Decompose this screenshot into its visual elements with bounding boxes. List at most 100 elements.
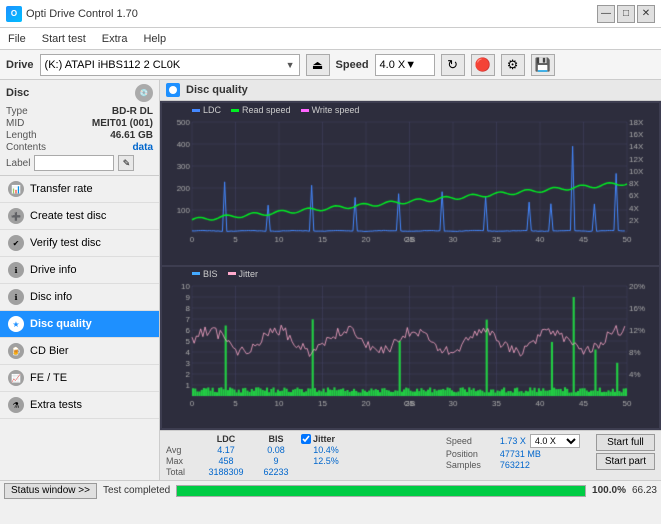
ldc-legend-text: LDC: [203, 105, 221, 115]
avg-ldc-value: 4.17: [201, 445, 251, 455]
speed-text-label: Speed: [446, 436, 496, 446]
settings-button[interactable]: ⚙: [501, 54, 525, 76]
nav-item-disc-info[interactable]: ℹ Disc info: [0, 284, 159, 311]
disc-icon: 💿: [135, 84, 153, 102]
nav-item-extra-tests[interactable]: ⚗ Extra tests: [0, 392, 159, 419]
jitter-checkbox[interactable]: [301, 434, 311, 444]
jitter-legend-text: Jitter: [239, 269, 259, 279]
nav-item-verify-test-disc[interactable]: ✔ Verify test disc: [0, 230, 159, 257]
disc-length-value: 46.61 GB: [110, 130, 153, 141]
window-controls: — □ ✕: [597, 5, 655, 23]
close-button[interactable]: ✕: [637, 5, 655, 23]
max-label: Max: [166, 456, 201, 466]
speed-label: Speed: [336, 59, 369, 71]
charts-area: LDC Read speed Write speed: [160, 101, 661, 430]
save-button[interactable]: 💾: [531, 54, 555, 76]
lower-chart-legend: BIS Jitter: [162, 267, 659, 281]
avg-bis-value: 0.08: [251, 445, 301, 455]
nav-item-create-test-disc[interactable]: ➕ Create test disc: [0, 203, 159, 230]
status-right-value: 66.23: [632, 485, 657, 496]
speed-select-control[interactable]: 4.0 X: [530, 434, 580, 448]
create-test-disc-icon: ➕: [8, 208, 24, 224]
title-bar-left: O Opti Drive Control 1.70: [6, 6, 138, 22]
legend-write-speed: Write speed: [301, 105, 360, 115]
menu-file[interactable]: File: [4, 32, 30, 46]
disc-label-row: Label ✎: [6, 155, 153, 171]
samples-label: Samples: [446, 460, 496, 470]
nav-item-cd-bier[interactable]: 🍺 CD Bier: [0, 338, 159, 365]
eject-button[interactable]: ⏏: [306, 54, 330, 76]
speed-selector[interactable]: 4.0 X ▼: [375, 54, 435, 76]
speed-text-value: 1.73 X: [500, 436, 526, 446]
speed-row: Speed 1.73 X 4.0 X: [446, 434, 580, 448]
disc-mid-row: MID MEIT01 (001): [6, 118, 153, 129]
status-window-button[interactable]: Status window >>: [4, 483, 97, 499]
nav-item-fe-te[interactable]: 📈 FE / TE: [0, 365, 159, 392]
legend-jitter: Jitter: [228, 269, 259, 279]
drive-value: (K:) ATAPI iHBS112 2 CL0K: [45, 59, 286, 71]
disc-quality-header: Disc quality: [160, 80, 661, 101]
upper-chart: LDC Read speed Write speed: [162, 103, 659, 265]
app-icon: O: [6, 6, 22, 22]
write-speed-legend-dot: [301, 109, 309, 112]
disc-quality-title: Disc quality: [186, 84, 248, 96]
upper-chart-legend: LDC Read speed Write speed: [162, 103, 659, 117]
drive-selector[interactable]: (K:) ATAPI iHBS112 2 CL0K ▼: [40, 54, 300, 76]
bis-legend-text: BIS: [203, 269, 218, 279]
lower-chart-canvas: [162, 281, 652, 411]
lower-chart: BIS Jitter: [162, 267, 659, 429]
start-full-button[interactable]: Start full: [596, 434, 655, 451]
max-bis-value: 9: [251, 456, 301, 466]
fe-te-icon: 📈: [8, 370, 24, 386]
disc-quality-icon: ★: [8, 316, 24, 332]
disc-label-input[interactable]: [34, 155, 114, 171]
progress-bar-fill: [177, 486, 585, 496]
total-bis-value: 62233: [251, 467, 301, 477]
app-title: Opti Drive Control 1.70: [26, 8, 138, 20]
legend-bis: BIS: [192, 269, 218, 279]
total-label: Total: [166, 467, 201, 477]
stats-max-row: Max 458 9 12.5%: [166, 456, 381, 466]
disc-length-label: Length: [6, 130, 37, 141]
jitter-header: Jitter: [301, 434, 381, 444]
extra-tests-icon: ⚗: [8, 397, 24, 413]
title-bar: O Opti Drive Control 1.70 — □ ✕: [0, 0, 661, 28]
refresh-button[interactable]: ↻: [441, 54, 465, 76]
samples-row: Samples 763212: [446, 460, 580, 470]
write-speed-legend-text: Write speed: [312, 105, 360, 115]
disc-label-edit-button[interactable]: ✎: [118, 155, 134, 171]
sidebar: Disc 💿 Type BD-R DL MID MEIT01 (001) Len…: [0, 80, 160, 480]
burn-button[interactable]: 🔴: [471, 54, 495, 76]
stats-header-row: LDC BIS Jitter: [166, 434, 381, 444]
avg-label: Avg: [166, 445, 201, 455]
menu-help[interactable]: Help: [139, 32, 170, 46]
disc-type-value: BD-R DL: [112, 106, 153, 117]
drive-label: Drive: [6, 59, 34, 71]
total-ldc-value: 3188309: [201, 467, 251, 477]
max-jitter-value: 12.5%: [301, 456, 351, 466]
menu-extra[interactable]: Extra: [98, 32, 132, 46]
nav-item-drive-info[interactable]: ℹ Drive info: [0, 257, 159, 284]
disc-section-title: Disc: [6, 87, 29, 99]
progress-percent-label: 100.0%: [592, 485, 626, 496]
start-part-button[interactable]: Start part: [596, 453, 655, 470]
drive-bar: Drive (K:) ATAPI iHBS112 2 CL0K ▼ ⏏ Spee…: [0, 50, 661, 80]
drive-dropdown-arrow: ▼: [286, 60, 295, 70]
disc-label-label: Label: [6, 158, 30, 169]
disc-mid-label: MID: [6, 118, 24, 129]
speed-dropdown-arrow: ▼: [405, 59, 416, 71]
nav-item-transfer-rate[interactable]: 📊 Transfer rate: [0, 176, 159, 203]
menu-bar: File Start test Extra Help: [0, 28, 661, 50]
disc-contents-value: data: [132, 142, 153, 153]
disc-type-label: Type: [6, 106, 28, 117]
max-ldc-value: 458: [201, 456, 251, 466]
drive-info-icon: ℹ: [8, 262, 24, 278]
status-bar: Status window >> Test completed 100.0% 6…: [0, 480, 661, 500]
bis-legend-dot: [192, 272, 200, 275]
maximize-button[interactable]: □: [617, 5, 635, 23]
menu-start-test[interactable]: Start test: [38, 32, 90, 46]
nav-item-disc-quality[interactable]: ★ Disc quality: [0, 311, 159, 338]
disc-mid-value: MEIT01 (001): [92, 118, 153, 129]
minimize-button[interactable]: —: [597, 5, 615, 23]
disc-contents-label: Contents: [6, 142, 46, 153]
